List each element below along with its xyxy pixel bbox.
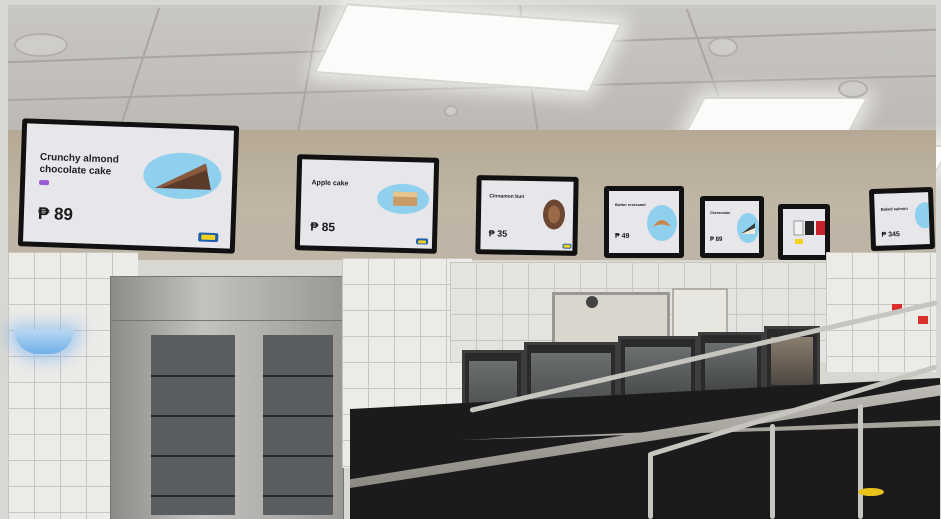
- stainless-fridge-top: [110, 276, 344, 324]
- stainless-fridge: [110, 320, 344, 519]
- floor-marker: [858, 488, 884, 496]
- ikea-logo: [198, 232, 219, 243]
- croissant-icon: [653, 220, 671, 227]
- menu-item-price: ₱ 89: [710, 237, 723, 243]
- ceiling-light: [313, 3, 623, 93]
- menu-screen-6: [778, 204, 830, 260]
- menu-screen-1: Crunchy almond chocolate cake ₱ 89: [17, 118, 240, 254]
- exit-sign: [918, 316, 928, 324]
- railing-post: [770, 424, 775, 519]
- menu-item-price: ₱ 85: [310, 219, 336, 235]
- menu-screen-7: Baked salmon ₱ 345: [868, 186, 936, 252]
- menu-item-price: ₱ 49: [615, 233, 630, 240]
- ikea-logo: [415, 238, 429, 245]
- menu-item-title: Apple cake: [311, 179, 349, 188]
- smoke-detector: [708, 37, 738, 57]
- railing-post: [648, 452, 653, 519]
- menu-item-price: ₱ 345: [881, 231, 900, 239]
- railing-post: [858, 404, 863, 519]
- menu-item-title: Cheesecake: [710, 211, 731, 215]
- menu-screen-5: Cheesecake ₱ 89: [700, 196, 764, 258]
- menu-item-title: Cinnamon bun: [489, 193, 525, 200]
- ceiling-sensor: [838, 80, 868, 98]
- chocolate-cake-icon: [154, 163, 211, 190]
- cheesecake-icon: [741, 223, 755, 234]
- menu-screen-4: Butter croissant ₱ 49: [604, 186, 684, 258]
- drink-cups-icon: [793, 220, 825, 244]
- cinnamon-bun-icon: [543, 199, 566, 230]
- menu-item-title: Baked salmon: [880, 205, 908, 212]
- menu-item-price: ₱ 35: [488, 228, 508, 239]
- apple-cake-icon: [392, 191, 418, 207]
- menu-screen-2: Apple cake ₱ 85: [294, 154, 440, 254]
- menu-item-title: Crunchy almond chocolate cake: [39, 151, 119, 177]
- menu-item-title: Butter croissant: [615, 202, 646, 207]
- cafeteria-scene: Crunchy almond chocolate cake ₱ 89 Apple…: [0, 0, 941, 519]
- ikea-logo: [562, 243, 572, 249]
- ceiling-sprinkler: [444, 105, 458, 117]
- wall-clock: [586, 296, 598, 308]
- menu-screen-3: Cinnamon bun ₱ 35: [475, 175, 579, 256]
- vegan-badge: [38, 179, 50, 186]
- menu-item-price: ₱ 89: [37, 203, 74, 225]
- ceiling-vent: [14, 33, 68, 57]
